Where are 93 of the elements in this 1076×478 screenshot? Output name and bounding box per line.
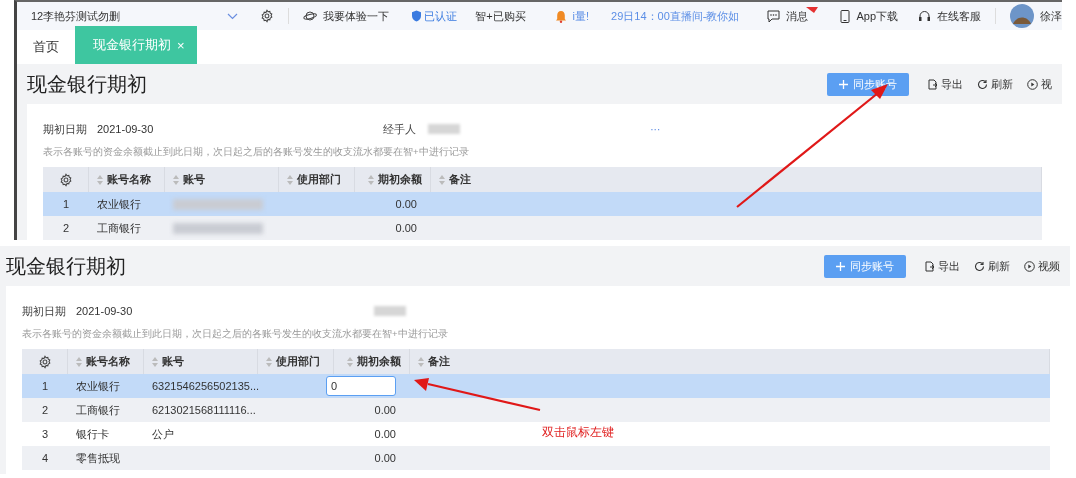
date-label: 期初日期 [22,303,66,319]
column-header[interactable]: 备注 [410,349,1050,374]
toolbar-button[interactable]: 视 [1027,76,1052,92]
handler-label: 经手人 [383,121,417,137]
certified-status: 已认证 [424,8,458,24]
sort-icon[interactable] [368,174,374,185]
phone-icon[interactable] [840,9,851,23]
app-download-link[interactable]: App下载 [856,8,898,24]
bell-icon[interactable] [554,9,567,23]
date-value: 2021-09-30 [97,123,154,135]
plus-icon [839,79,848,89]
column-header[interactable]: 账号 [144,349,258,374]
table-cell: 0.00 [395,222,417,234]
more-button[interactable]: ··· [650,123,661,135]
toolbar-button[interactable]: 刷新 [974,258,1010,274]
table-cell: 工商银行 [76,402,120,418]
sort-icon[interactable] [439,174,445,185]
toolbar-button[interactable]: 刷新 [977,76,1013,92]
table-row[interactable]: 2 工商银行 6213021568111116... 0.00 [22,398,1050,422]
page-title: 现金银行期初 [6,253,127,279]
row-number: 1 [41,380,49,392]
table-cell: 农业银行 [97,196,141,212]
column-header[interactable]: 账号名称 [89,167,165,192]
sort-icon[interactable] [347,356,353,367]
table-row[interactable]: 1 农业银行 0.00 [43,192,1042,216]
annotation-text: 双击鼠标左键 [542,424,614,441]
refresh-icon [974,260,985,272]
shield-icon [411,10,423,22]
table-cell: 0.00 [374,404,396,416]
toolbar-button[interactable]: 导出 [927,76,963,92]
sort-icon[interactable] [418,356,424,367]
column-header[interactable]: 期初余额 [334,349,410,374]
sort-icon[interactable] [266,356,272,367]
column-header[interactable]: 使用部门 [279,167,355,192]
row-number: 1 [62,198,70,210]
sort-icon[interactable] [173,174,179,185]
settings-icon[interactable] [37,354,52,369]
headset-icon[interactable] [918,9,931,23]
export-icon [927,78,938,90]
table-row[interactable]: 2 工商银行 0.00 [43,216,1042,240]
table-cell: 0.00 [395,198,417,210]
trial-link[interactable]: 我要体验一下 [323,8,390,24]
hint-text: 表示各账号的资金余额截止到此日期，次日起之后的各账号发生的收支流水都要在智+中进行记录 [43,146,470,159]
table-cell: 工商银行 [97,220,141,236]
messages-link[interactable]: 消息 [786,8,809,24]
chevron-down-icon[interactable] [227,12,239,20]
table-cell: 0.00 [374,428,396,440]
table-cell: 6321546256502135... [152,380,260,392]
hint-text: 表示各账号的资金余额截止到此日期，次日起之后的各账号发生的收支流水都要在智+中进行记录 [22,328,449,341]
play-icon [1027,78,1038,90]
table-cell: 零售抵现 [76,450,120,466]
service-link[interactable]: 在线客服 [937,8,981,24]
play-icon [1024,260,1035,272]
row-number: 2 [41,404,49,416]
toolbar-button[interactable]: 视频 [1024,258,1060,274]
row-number: 4 [41,452,49,464]
column-header[interactable]: 期初余额 [355,167,431,192]
column-header[interactable]: 备注 [431,167,1042,192]
balance-input[interactable]: 0 [326,376,396,396]
tab[interactable]: 首页 [17,30,75,64]
chat-icon[interactable] [767,9,781,23]
refresh-icon [977,78,988,90]
date-value: 2021-09-30 [76,305,133,317]
sort-icon[interactable] [76,356,82,367]
table-cell: 农业银行 [76,378,120,394]
column-header[interactable]: 使用部门 [258,349,334,374]
toolbar-button[interactable]: 导出 [924,258,960,274]
settings-icon[interactable] [260,9,275,23]
sort-icon[interactable] [97,174,103,185]
user-name[interactable]: 徐泽 [1040,8,1062,24]
sort-icon[interactable] [152,356,158,367]
table-cell: 6213021568111116... [152,404,256,416]
purchased-status: 智+已购买 [475,8,526,24]
table-cell: 0.00 [374,452,396,464]
table-cell: 银行卡 [76,426,109,442]
table-row[interactable]: 4 零售抵现 0.00 [22,446,1050,470]
table-row[interactable]: 1 农业银行 6321546256502135... 0 [22,374,1050,398]
table-cell: 公户 [152,426,174,442]
flag-icon [806,7,819,13]
sort-icon[interactable] [287,174,293,185]
avatar[interactable] [1010,4,1034,28]
row-number: 2 [62,222,70,234]
column-header[interactable]: 账号名称 [68,349,144,374]
settings-icon[interactable] [58,172,73,187]
export-icon [924,260,935,272]
page-title: 现金银行期初 [27,71,148,97]
date-label: 期初日期 [43,121,87,137]
plus-icon [836,261,845,271]
notice-text: i量! [572,8,590,24]
row-number: 3 [41,428,49,440]
planet-icon[interactable] [303,10,318,22]
column-header[interactable]: 账号 [165,167,279,192]
company-name[interactable]: 12李艳芬测试勿删 [31,8,121,24]
